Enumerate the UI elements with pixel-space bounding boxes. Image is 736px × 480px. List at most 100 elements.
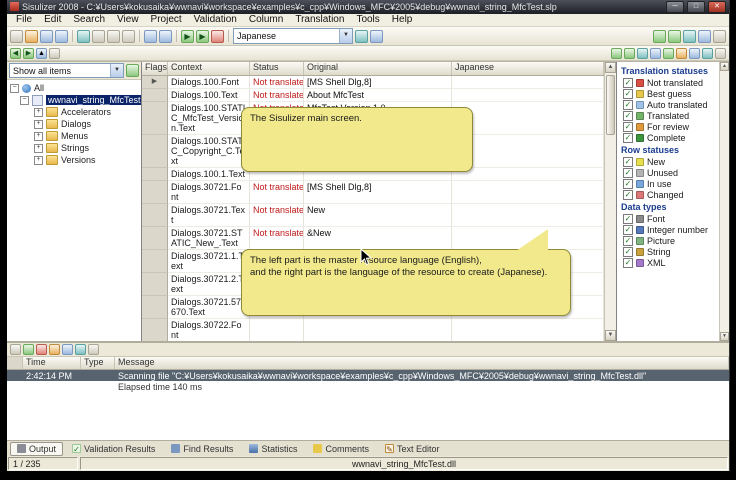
tab-comments[interactable]: Comments [306, 442, 376, 456]
column-header-time[interactable]: Time [23, 357, 81, 369]
menu-tools[interactable]: Tools [350, 14, 385, 25]
close-button[interactable]: ✕ [708, 0, 726, 13]
original-cell[interactable]: New [304, 204, 452, 228]
filter-panel-scrollbar[interactable]: ▲ ▼ [719, 62, 729, 341]
status-cell[interactable]: Not translated [250, 181, 304, 205]
preview-icon[interactable] [689, 47, 700, 59]
properties-icon[interactable] [650, 47, 661, 59]
japanese-cell[interactable] [452, 135, 604, 169]
status-cell[interactable] [250, 319, 304, 341]
tree-item-dialogs[interactable]: + Dialogs [7, 118, 141, 130]
edit-language-icon[interactable] [624, 47, 635, 59]
japanese-cell[interactable] [452, 319, 604, 341]
filter-unused[interactable]: ✓ Unused [621, 167, 718, 178]
japanese-cell[interactable] [452, 204, 604, 228]
redo-icon[interactable] [159, 29, 172, 43]
tree-filter-select[interactable]: Show all items ▼ [9, 63, 124, 79]
filter-integer-number[interactable]: ✓ Integer number [621, 224, 718, 235]
column-header-japanese[interactable]: Japanese [452, 62, 604, 76]
scroll-down-icon[interactable]: ▼ [605, 330, 616, 341]
collapse-icon[interactable]: − [10, 83, 19, 93]
scrollbar-track[interactable] [605, 73, 616, 330]
japanese-cell[interactable] [452, 168, 604, 182]
checkbox-icon[interactable]: ✓ [623, 246, 633, 257]
play-icon[interactable]: ▶ [181, 29, 194, 43]
expand-icon[interactable]: + [34, 143, 43, 153]
row-flags-cell[interactable] [142, 296, 168, 320]
log-row[interactable]: 2:42:14 PM Scanning file "C:¥Users¥kokus… [7, 370, 729, 381]
japanese-cell[interactable] [452, 76, 604, 90]
filter-new[interactable]: ✓ New [621, 156, 718, 167]
save-all-icon[interactable] [55, 29, 68, 43]
context-cell[interactable]: Dialogs.100.Text [168, 89, 250, 103]
tree-item-strings[interactable]: + Strings [7, 142, 141, 154]
checkbox-icon[interactable]: ✓ [623, 235, 633, 246]
new-language-icon[interactable] [611, 47, 622, 59]
japanese-cell[interactable] [452, 89, 604, 103]
context-cell[interactable]: Dialogs.30721.57670.Text [168, 296, 250, 320]
tab-output[interactable]: Output [10, 441, 64, 456]
table-row[interactable]: Dialogs.30721.Text Not translated New [142, 204, 604, 228]
column-header-status[interactable]: Status [250, 62, 304, 76]
japanese-cell[interactable] [452, 102, 604, 136]
play-all-icon[interactable]: ▶ [196, 29, 209, 43]
expand-icon[interactable]: + [34, 107, 43, 117]
context-cell[interactable]: Dialogs.30721.STATIC_New_.Text [168, 227, 250, 251]
grid-vertical-scrollbar[interactable]: ▲ ▼ [604, 62, 616, 341]
scroll-up-icon[interactable]: ▲ [720, 62, 729, 72]
context-cell[interactable]: Dialogs.30721.1.Text [168, 250, 250, 274]
paste-icon[interactable] [122, 29, 135, 43]
maximize-button[interactable]: □ [687, 0, 705, 13]
column-header-type[interactable]: Type [81, 357, 115, 369]
checkbox-icon[interactable]: ✓ [623, 178, 633, 189]
column-header-context[interactable]: Context [168, 62, 250, 76]
table-row[interactable]: Dialogs.100.Text Not translated About Mf… [142, 89, 604, 103]
context-cell[interactable]: Dialogs.100.1.Text [168, 168, 250, 182]
filter-translated[interactable]: ✓ Translated [621, 110, 718, 121]
filter-info-icon[interactable] [23, 344, 34, 355]
checkbox-icon[interactable]: ✓ [623, 99, 633, 110]
context-cell[interactable]: Dialogs.100.Font [168, 76, 250, 90]
checkbox-icon[interactable]: ✓ [623, 88, 633, 99]
export-icon[interactable] [653, 29, 666, 43]
column-header-original[interactable]: Original [304, 62, 452, 76]
checkbox-icon[interactable]: ✓ [623, 132, 633, 143]
cut-icon[interactable] [92, 29, 105, 43]
filter-warnings-icon[interactable] [49, 344, 60, 355]
table-row[interactable]: ▶ Dialogs.100.Font Not translated [MS Sh… [142, 76, 604, 90]
copy-log-icon[interactable] [75, 344, 86, 355]
checkbox-icon[interactable]: ✓ [623, 110, 633, 121]
tree-item-all[interactable]: − All [7, 82, 141, 94]
report-icon[interactable] [702, 47, 713, 59]
filter-picture[interactable]: ✓ Picture [621, 235, 718, 246]
row-flags-cell[interactable] [142, 319, 168, 341]
row-flags-cell[interactable] [142, 181, 168, 205]
original-cell[interactable] [304, 319, 452, 341]
menu-validation[interactable]: Validation [188, 14, 243, 25]
filter-auto-translated[interactable]: ✓ Auto translated [621, 99, 718, 110]
row-flags-cell[interactable] [142, 89, 168, 103]
open-project-icon[interactable] [25, 29, 38, 43]
scroll-up-icon[interactable]: ▲ [605, 62, 616, 74]
copy-icon[interactable] [107, 29, 120, 43]
menu-file[interactable]: File [10, 14, 38, 25]
save-log-icon[interactable] [62, 344, 73, 355]
stop-icon[interactable] [211, 29, 224, 43]
row-flags-cell[interactable] [142, 135, 168, 169]
tree-item-versions[interactable]: + Versions [7, 154, 141, 166]
clear-log-icon[interactable] [10, 344, 21, 355]
original-cell[interactable]: &New [304, 227, 452, 251]
status-cell[interactable]: Not translated [250, 204, 304, 228]
import-icon[interactable] [370, 29, 383, 43]
print-icon[interactable] [77, 29, 90, 43]
statistics-icon[interactable] [668, 29, 681, 43]
row-flags-cell[interactable] [142, 168, 168, 182]
up-icon[interactable]: ▲ [36, 47, 47, 59]
menu-translation[interactable]: Translation [289, 14, 350, 25]
row-flags-cell[interactable] [142, 204, 168, 228]
collapse-icon[interactable]: − [20, 95, 29, 105]
checkbox-icon[interactable]: ✓ [623, 167, 633, 178]
filter-font[interactable]: ✓ Font [621, 213, 718, 224]
tree-item-menus[interactable]: + Menus [7, 130, 141, 142]
log-row[interactable]: Elapsed time 140 ms [7, 381, 729, 392]
